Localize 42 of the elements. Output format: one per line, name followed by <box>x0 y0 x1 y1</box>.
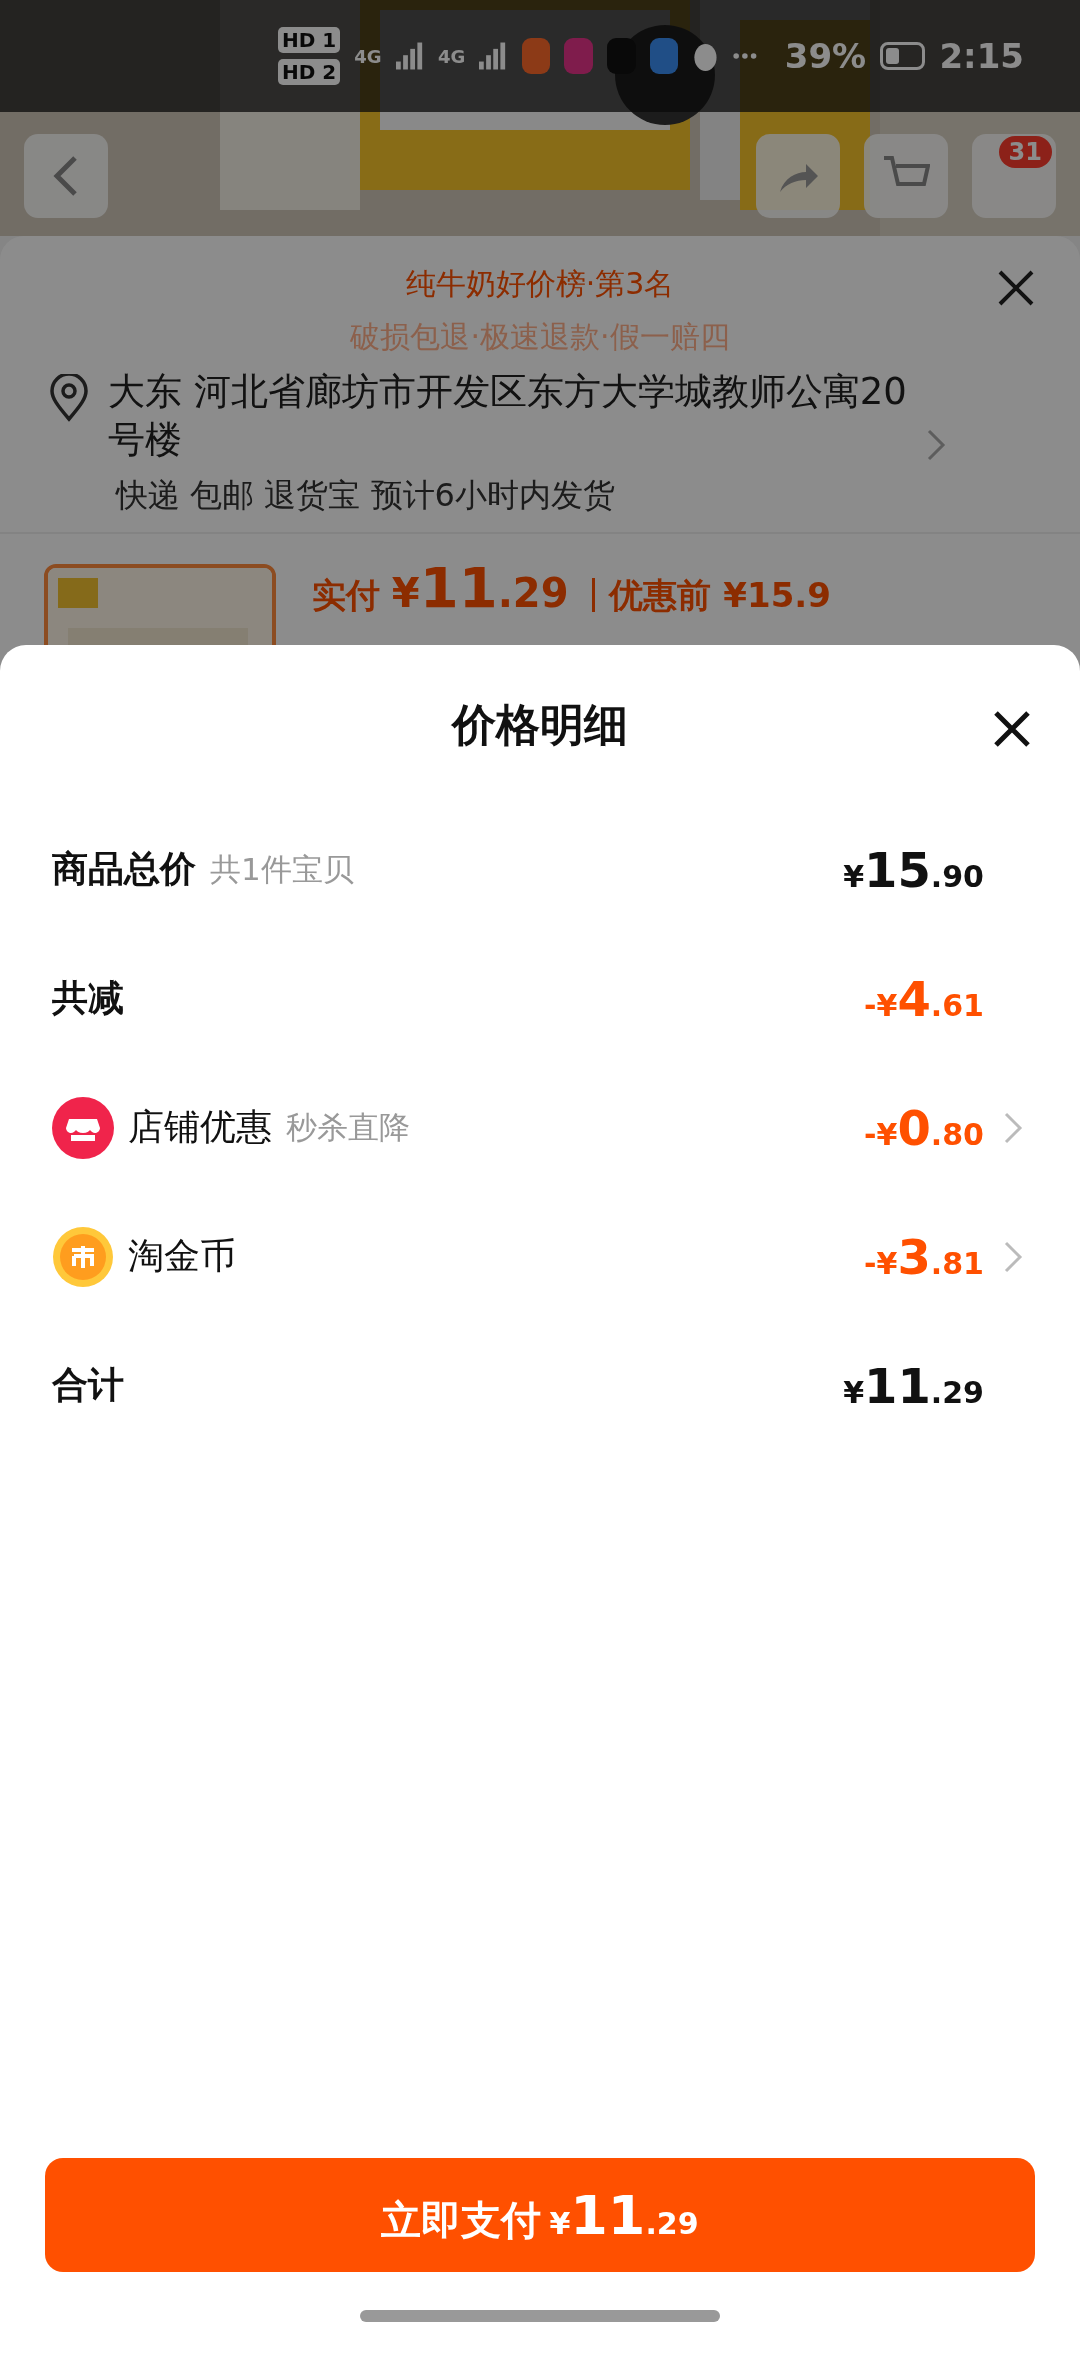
address-text: 大东 河北省廊坊市开发区东方大学城教师公寓20号楼 <box>108 369 908 464</box>
row-note: 共1件宝贝 <box>210 849 354 889</box>
battery-icon <box>880 42 926 70</box>
row-label: 店铺优惠 <box>128 1105 272 1149</box>
count-badge: 31 <box>998 136 1052 168</box>
sim-label: HD 1 <box>278 27 341 53</box>
cart-button[interactable] <box>864 134 948 218</box>
network-label: 4G <box>354 45 382 67</box>
row-amount: -¥3.81 <box>864 1228 984 1285</box>
network-label: 4G <box>438 45 466 67</box>
app-icon <box>649 38 679 74</box>
app-icon <box>607 38 636 74</box>
row-amount: -¥0.80 <box>864 1099 984 1156</box>
close-icon[interactable] <box>996 268 1036 308</box>
row-note: 秒杀直降 <box>286 1107 410 1147</box>
ranking-text: 纯牛奶好价榜·第3名 <box>405 265 675 303</box>
row-amount: ¥11.29 <box>843 1357 984 1414</box>
shipping-info: 快递 包邮 退货宝 预计6小时内发货 <box>0 464 1080 535</box>
sheet-title: 价格明细 <box>452 697 628 752</box>
app-icon <box>521 38 551 74</box>
sim-label: HD 2 <box>278 59 341 85</box>
shop-icon <box>52 1096 114 1159</box>
more-icon <box>733 52 757 60</box>
original-price: 优惠前 ¥15.9 <box>592 578 831 613</box>
clock: 2:15 <box>939 36 1024 76</box>
app-icon <box>564 38 593 74</box>
paid-price: 实付 ¥11.29 <box>312 560 569 617</box>
back-button[interactable] <box>24 134 108 218</box>
row-label: 共减 <box>52 976 124 1020</box>
coin-icon <box>52 1225 114 1288</box>
share-button[interactable] <box>756 134 840 218</box>
pay-button[interactable]: 立即支付 ¥11.29 <box>45 2158 1035 2272</box>
battery-percent: 39% <box>784 36 867 76</box>
notification-button[interactable]: 31 <box>972 134 1056 218</box>
row-label: 淘金币 <box>128 1234 236 1278</box>
row-amount: -¥4.61 <box>864 970 984 1027</box>
chevron-icon <box>926 428 946 462</box>
location-icon <box>48 374 90 422</box>
row-amount: ¥15.90 <box>843 841 984 898</box>
service-promise: 破损包退·极速退款·假一赔四 <box>350 318 730 356</box>
row-label: 合计 <box>52 1363 124 1407</box>
row-label: 商品总价 <box>52 847 196 891</box>
